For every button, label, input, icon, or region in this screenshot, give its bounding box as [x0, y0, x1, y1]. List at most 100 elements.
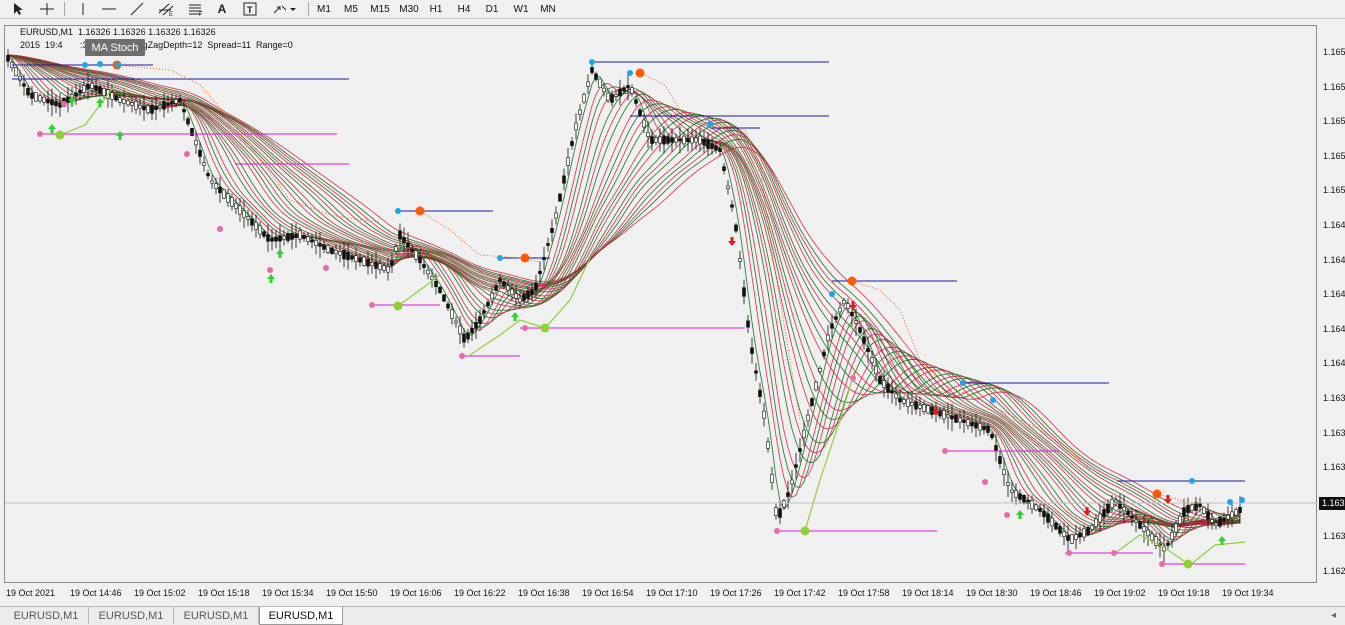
- candle-body: [958, 417, 962, 423]
- candle-body: [1102, 509, 1106, 518]
- candle-body: [578, 109, 582, 115]
- candle-body: [282, 235, 286, 240]
- pivot-high-dot: [990, 397, 996, 403]
- tab-eurusd-m1-active[interactable]: EURUSD,M1: [259, 607, 343, 625]
- candle-body: [1018, 493, 1022, 500]
- tab-eurusd-m1-3[interactable]: EURUSD,M1: [174, 607, 259, 624]
- ma-ribbon-line: [7, 54, 1241, 525]
- candle-body: [1178, 515, 1182, 525]
- candle-body: [1050, 517, 1054, 527]
- candle-body: [1146, 529, 1150, 537]
- pivot-low-dot: [942, 448, 948, 454]
- ma-ribbon-line: [7, 54, 1241, 531]
- candle-body: [658, 136, 662, 144]
- candle-body: [1122, 506, 1126, 512]
- time-tick-label: 19 Oct 18:14: [902, 588, 954, 598]
- candle-body: [666, 136, 670, 144]
- candle-body: [190, 128, 194, 136]
- candle-body: [1174, 523, 1178, 533]
- candle-body: [394, 246, 398, 252]
- pivot-low-dot: [267, 267, 273, 273]
- candle-body: [706, 139, 710, 149]
- pivot-low-dot: [522, 325, 528, 331]
- candle-body: [454, 320, 458, 324]
- candle-body: [590, 67, 594, 73]
- candle-body: [554, 212, 558, 219]
- candle-body: [550, 228, 554, 233]
- pivot-low-dot: [850, 375, 856, 381]
- pivot-low-dot: [774, 528, 780, 534]
- price-chart[interactable]: [0, 0, 1345, 624]
- candle-body: [146, 105, 150, 114]
- scroll-left-icon[interactable]: ◂: [1331, 610, 1336, 621]
- candle-body: [742, 287, 746, 297]
- price-tick-label: 1.164: [1323, 254, 1345, 265]
- candle-body: [418, 256, 422, 264]
- candle-body: [486, 301, 490, 307]
- candle-body: [506, 285, 510, 291]
- indicator-info-line: 2015 19:4 :34 1.16368 ZigZagDepth=12 Spr…: [20, 40, 293, 50]
- candle-body: [390, 260, 394, 266]
- pivot-low-dot: [459, 353, 465, 359]
- time-tick-label: 19 Oct 17:58: [838, 588, 890, 598]
- candle-body: [114, 95, 118, 101]
- candle-body: [758, 389, 762, 397]
- candle-body: [854, 320, 858, 324]
- candle-body: [774, 507, 778, 517]
- candle-body: [610, 94, 614, 103]
- time-tick-label: 19 Oct 18:46: [1030, 588, 1082, 598]
- candle-body: [210, 180, 214, 184]
- candle-body: [266, 234, 270, 242]
- candle-body: [1234, 509, 1238, 516]
- candle-body: [806, 414, 810, 422]
- candle-body: [1030, 500, 1034, 510]
- ma-ribbon-line: [7, 54, 1241, 540]
- candle-body: [1210, 519, 1214, 523]
- swing-high-dot: [520, 253, 530, 263]
- candle-body: [1006, 482, 1010, 486]
- tab-eurusd-m1-2[interactable]: EURUSD,M1: [89, 607, 174, 624]
- candle-body: [166, 102, 170, 106]
- candle-body: [834, 316, 838, 320]
- candle-body: [1214, 522, 1218, 526]
- candle-body: [118, 97, 122, 103]
- buy-arrow-icon: [116, 131, 124, 140]
- candle-body: [1038, 508, 1042, 512]
- indicator-label[interactable]: MA Stoch: [85, 39, 145, 56]
- candle-body: [278, 235, 282, 242]
- candle-body: [438, 286, 442, 294]
- candle-body: [94, 85, 98, 91]
- pivot-high-dot: [97, 61, 103, 67]
- ma-ribbon-line: [7, 54, 1241, 523]
- candle-body: [502, 281, 506, 287]
- time-tick-label: 19 Oct 17:10: [646, 588, 698, 598]
- candle-body: [370, 262, 374, 266]
- candle-body: [766, 441, 770, 449]
- candle-body: [698, 135, 702, 145]
- candle-body: [126, 100, 130, 106]
- candle-body: [846, 303, 850, 309]
- candle-body: [170, 101, 174, 105]
- candle-body: [594, 73, 598, 80]
- pivot-high-dot: [627, 70, 633, 76]
- ma-ribbon-line: [7, 54, 1241, 527]
- candle-body: [1014, 490, 1018, 498]
- swing-high-dot: [415, 206, 425, 216]
- pivot-high-dot: [497, 255, 503, 261]
- price-tick-label: 1.165: [1323, 47, 1345, 57]
- candle-body: [1150, 533, 1154, 541]
- candle-body: [914, 401, 918, 410]
- candle-body: [746, 320, 750, 328]
- candle-body: [50, 99, 54, 106]
- candle-body: [814, 381, 818, 391]
- candle-body: [642, 119, 646, 128]
- price-tick-label: 1.165: [1323, 116, 1345, 127]
- current-price-marker: 1.1632: [1319, 497, 1345, 510]
- candle-body: [414, 250, 418, 260]
- candle-body: [778, 508, 782, 518]
- symbol-info-line: EURUSD,M1 1.16326 1.16326 1.16326 1.1632…: [20, 27, 216, 37]
- tab-eurusd-m1-1[interactable]: EURUSD,M1: [4, 607, 89, 624]
- candle-body: [902, 398, 906, 404]
- pivot-high-dot: [115, 62, 121, 68]
- candle-body: [478, 316, 482, 324]
